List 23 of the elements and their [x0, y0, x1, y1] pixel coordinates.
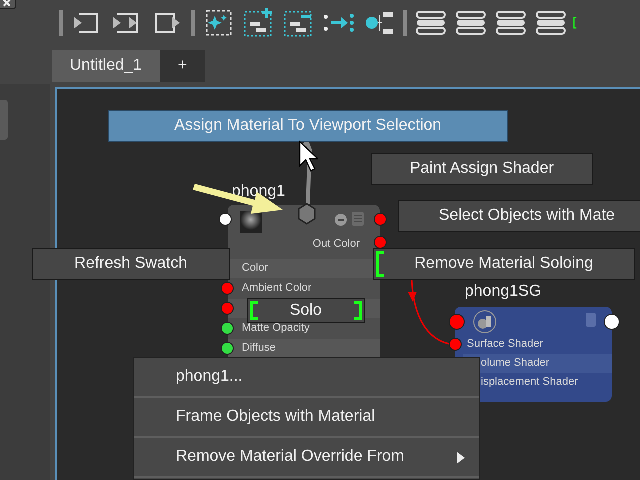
marking-menu-item[interactable]: Refresh Swatch — [32, 248, 230, 280]
marking-menu-item[interactable]: Solo — [247, 298, 365, 323]
marking-menu-item[interactable]: Paint Assign Shader — [371, 153, 593, 185]
shading-group-icon — [473, 310, 497, 334]
attribute-label: isplacement Shader — [480, 375, 580, 390]
tab[interactable]: Untitled_1 — [52, 50, 160, 82]
node-title: phong1SG — [465, 282, 542, 302]
attribute-label: Surface Shader — [466, 337, 544, 352]
tab[interactable]: + — [160, 50, 206, 82]
menu-item[interactable]: Remove Material Override From — [134, 438, 479, 478]
shading-group-node[interactable]: Surface Shader olume Shader isplacement Shader — [455, 307, 612, 402]
marking-menu-item[interactable]: Select Objects with Mate — [398, 200, 640, 232]
shading-icon[interactable] — [334, 213, 348, 227]
menu-item[interactable]: phong1... — [134, 358, 479, 398]
marking-menu-item[interactable]: Remove Material Soloing — [373, 248, 635, 280]
swatch-icon — [240, 211, 262, 233]
attribute-label: Matte Opacity — [241, 321, 311, 336]
attribute-label: Ambient Color — [241, 281, 313, 296]
attribute-label: Out Color — [312, 237, 361, 252]
close-icon[interactable] — [0, 0, 18, 10]
attribute-label: olume Shader — [463, 354, 612, 373]
menu-item[interactable]: Frame Objects with Material — [134, 398, 479, 438]
attribute-label: Diffuse — [228, 339, 380, 358]
